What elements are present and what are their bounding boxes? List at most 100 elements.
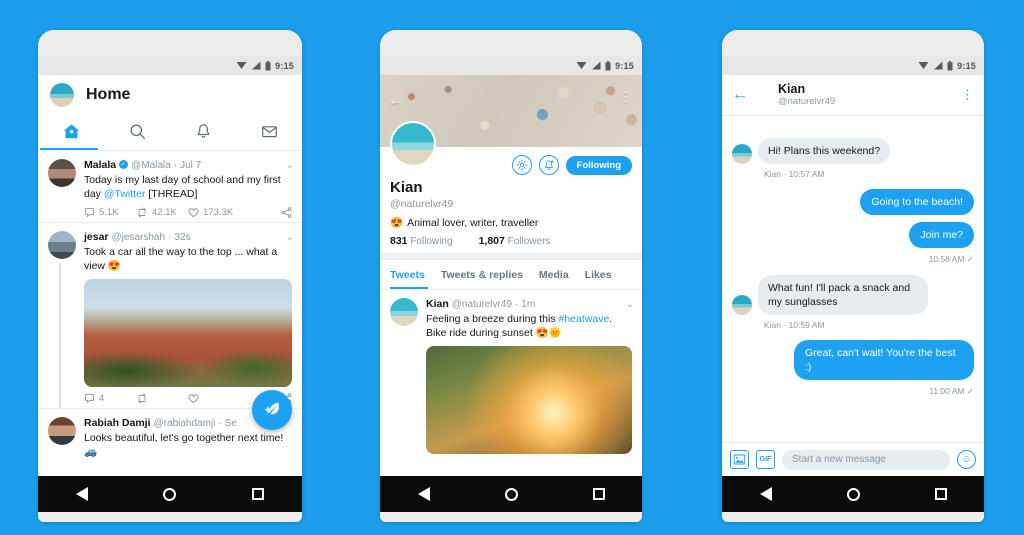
bike-sunset-photo[interactable]: [426, 346, 632, 454]
tweet-text: Feeling a breeze during this #heatwave. …: [426, 312, 632, 340]
tab-tweets[interactable]: Tweets: [390, 269, 425, 281]
status-bar-chat: 9:15: [722, 56, 984, 75]
reply-action[interactable]: 4: [84, 393, 136, 404]
back-arrow-icon[interactable]: ←: [388, 91, 405, 108]
sidebar-item-search[interactable]: [104, 113, 170, 150]
phone-chat: 9:15 ← Kian @naturelvr49 ⋮ Hi! Plans thi…: [722, 30, 984, 522]
sidebar-item-messages[interactable]: [236, 113, 302, 150]
phone-chin: [38, 512, 302, 522]
android-navbar: [722, 476, 984, 512]
following-stat[interactable]: 831 Following: [390, 235, 453, 247]
back-triangle-icon[interactable]: [759, 487, 772, 501]
profile-screen: ← ⋮ Following Kian @naturelvr49 😍 Animal: [380, 75, 642, 476]
tweet-dot: ·: [173, 160, 178, 171]
chat-message-list: Hi! Plans this weekend? Kian · 10:57 AM …: [722, 116, 984, 476]
recents-square-icon[interactable]: [252, 488, 265, 500]
image-attach-icon[interactable]: [730, 450, 749, 469]
recents-square-icon[interactable]: [934, 488, 947, 500]
following-button[interactable]: Following: [565, 155, 632, 175]
prague-cityscape-photo[interactable]: [84, 279, 292, 387]
share-action[interactable]: [240, 207, 292, 218]
like-action[interactable]: 173.3K: [188, 207, 240, 218]
reply-count: 4: [99, 393, 105, 404]
gear-glyph: [516, 159, 527, 171]
tab-tweets-replies[interactable]: Tweets & replies: [441, 269, 523, 281]
gear-icon[interactable]: [511, 155, 532, 175]
chevron-down-icon[interactable]: ⌄: [286, 160, 294, 171]
compose-tweet-fab[interactable]: [252, 390, 292, 430]
sidebar-item-notifications[interactable]: [170, 113, 236, 150]
profile-tabs: Tweets Tweets & replies Media Likes: [380, 260, 642, 290]
back-triangle-icon[interactable]: [75, 487, 88, 501]
home-circle-icon[interactable]: [504, 487, 518, 501]
tweet-text-after: [THREAD]: [145, 188, 198, 200]
followers-stat[interactable]: 1,807 Followers: [479, 235, 551, 247]
list-item: What fun! I'll pack a snack and my sungl…: [732, 275, 974, 315]
phone-chin: [380, 512, 642, 522]
bell-add-icon[interactable]: [538, 155, 559, 175]
back-triangle-icon[interactable]: [417, 487, 430, 501]
message-composer: GIF Start a new message ☺: [722, 442, 984, 476]
status-time: 9:15: [615, 60, 634, 71]
retweet-action[interactable]: [136, 393, 188, 404]
search-input[interactable]: Start a new message: [782, 449, 950, 470]
status-time: 9:15: [957, 60, 976, 71]
sidebar-item-home[interactable]: [38, 113, 104, 150]
home-tabstrip: [38, 113, 302, 151]
avatar[interactable]: [48, 159, 76, 187]
chat-header: ← Kian @naturelvr49 ⋮: [722, 75, 984, 116]
like-action[interactable]: [188, 393, 240, 404]
table-row[interactable]: Kian @naturelvr49 · 1m Feeling a breeze …: [380, 290, 642, 458]
overflow-menu-icon[interactable]: ⋮: [961, 87, 974, 103]
reply-action[interactable]: 5.1K: [84, 207, 136, 218]
profile-avatar[interactable]: [390, 121, 436, 167]
page-title: Home: [86, 86, 131, 103]
like-count: 173.3K: [203, 207, 234, 218]
reply-icon: [85, 394, 94, 404]
status-time: 9:15: [275, 60, 294, 71]
seashells-beach-cover-photo[interactable]: ← ⋮: [380, 75, 642, 167]
list-item: Going to the beach!: [732, 189, 974, 215]
avatar[interactable]: [732, 295, 752, 315]
chevron-down-icon[interactable]: ⌄: [286, 232, 294, 243]
profile-info: Kian @naturelvr49 😍 Animal lover, writer…: [380, 177, 642, 253]
home-header: Home: [38, 75, 302, 113]
recents-square-icon[interactable]: [592, 488, 605, 500]
avatar[interactable]: [50, 83, 74, 107]
gif-button[interactable]: GIF: [756, 450, 775, 469]
avatar[interactable]: [48, 231, 76, 259]
image-glyph: [733, 454, 746, 465]
emoji-icon[interactable]: ☺: [957, 450, 976, 469]
tweet-text: Looks beautiful, let's go together next …: [84, 432, 284, 458]
profile-handle: @naturelvr49: [390, 198, 454, 210]
wifi-icon: [918, 62, 929, 69]
tweet-actions: 5.1K 42.1K 173.3K: [84, 207, 292, 218]
tab-media[interactable]: Media: [539, 269, 569, 281]
home-circle-icon[interactable]: [163, 487, 177, 501]
retweet-icon: [137, 207, 147, 218]
table-row[interactable]: jesar @jesarshah · 32s Took a car all th…: [38, 223, 302, 409]
chevron-down-icon[interactable]: ⌄: [626, 299, 634, 310]
home-circle-icon[interactable]: [846, 487, 860, 501]
overflow-menu-icon[interactable]: ⋮: [619, 89, 632, 105]
section-divider: [380, 253, 642, 260]
avatar[interactable]: [48, 417, 76, 445]
tweet-text-before: Feeling a breeze during this: [426, 313, 559, 325]
chat-title: Kian @naturelvr49: [758, 82, 951, 108]
avatar[interactable]: [390, 298, 418, 326]
retweet-action[interactable]: 42.1K: [136, 207, 188, 218]
heart-icon: [188, 208, 199, 218]
avatar[interactable]: [732, 144, 752, 164]
following-count: 831: [390, 235, 408, 247]
tweet-body: jesar @jesarshah · 32s Took a car all th…: [84, 231, 292, 404]
tweet-mention-link[interactable]: @Twitter: [104, 188, 146, 200]
tweet-dot: ·: [168, 232, 172, 243]
tweet-author-name: Malala: [84, 159, 117, 171]
back-arrow-icon[interactable]: ←: [732, 87, 748, 103]
table-row[interactable]: Malala @Malala · Jul 7 Today is my last …: [38, 151, 302, 223]
tab-likes[interactable]: Likes: [585, 269, 612, 281]
signal-icon: [934, 61, 943, 70]
tweet-time: Se: [224, 418, 237, 429]
tweet-hashtag-link[interactable]: #heatwave: [559, 313, 610, 325]
feather-plus-icon: [264, 402, 279, 415]
